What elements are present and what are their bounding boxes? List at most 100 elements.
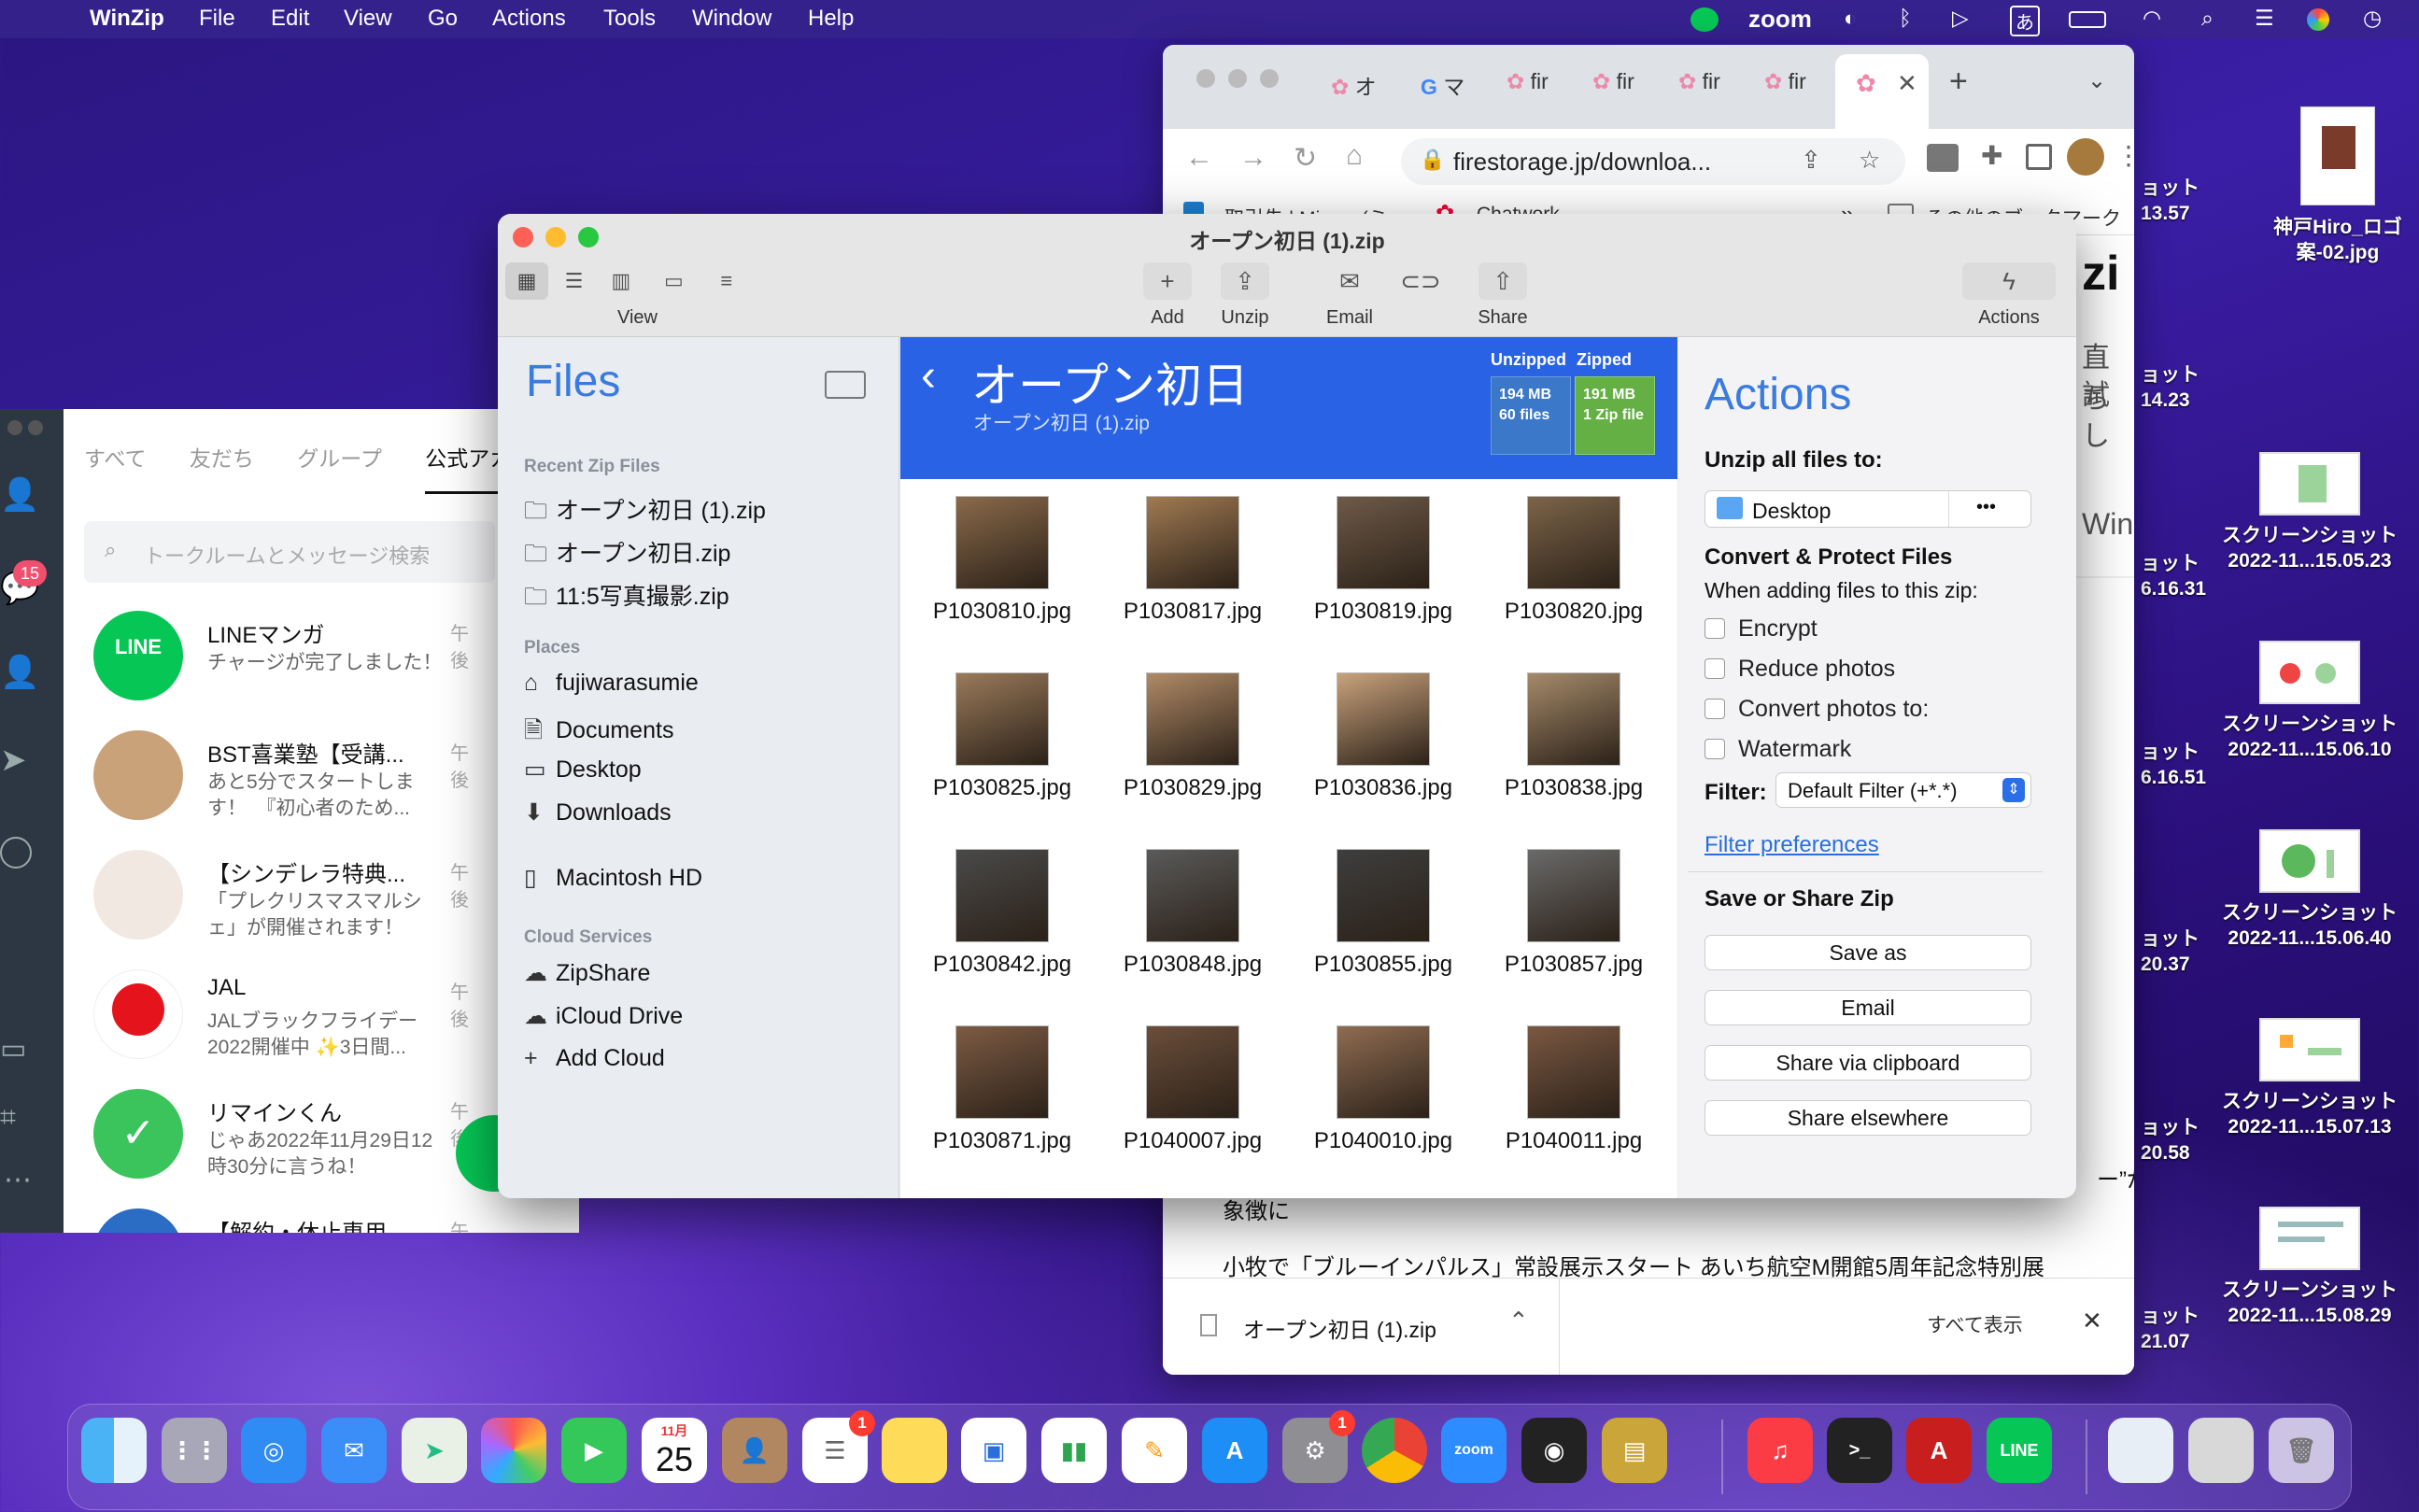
sync-status-icon[interactable]: ◐ [1844, 6, 1857, 31]
browser-tab[interactable]: ✿ fir [1678, 69, 1720, 94]
menu-actions[interactable]: Actions [492, 6, 566, 32]
zip-file-item[interactable]: P1040010.jpg [1294, 1025, 1472, 1154]
chat-list-item[interactable]: LINE LINEマンガ チャージが完了しました！ 午後 [93, 611, 486, 723]
zip-file-item[interactable]: P1030820.jpg [1485, 496, 1662, 625]
clock-icon[interactable]: ◷ [2363, 6, 2382, 31]
browser-tab[interactable]: ✿ fir [1507, 69, 1549, 94]
email-zip-button[interactable]: Email [1705, 990, 2031, 1025]
terminal-icon[interactable]: >_ [1827, 1418, 1892, 1483]
chat-list-item[interactable]: ✓ リマインくん じゃあ2022年11月29日12時30分に言うね！ 午後 [93, 1089, 486, 1201]
menu-kebab-icon[interactable]: ⋮ [2115, 140, 2134, 171]
keynote-icon[interactable]: ▣ [961, 1418, 1026, 1483]
bluetooth-icon[interactable]: ᛒ [1899, 6, 1912, 31]
desktop-screenshot-file[interactable]: スクリーンショット 2022-11...15.08.29 [2221, 1207, 2398, 1328]
pages-icon[interactable]: ✎ [1122, 1418, 1187, 1483]
outline-view-icon[interactable]: ≡ [705, 269, 748, 293]
desktop-file-partial[interactable]: ョット 20.37 [2141, 926, 2200, 977]
sidebar-item-zipshare[interactable]: ☁ ZipShare [524, 959, 650, 987]
crop-icon[interactable]: ⌗ [0, 1102, 16, 1134]
browser-tab[interactable]: ✿ fir [1764, 69, 1806, 94]
close-tab-icon[interactable]: ✕ [1897, 69, 1917, 98]
chrome-icon[interactable] [1362, 1418, 1427, 1483]
link-button[interactable]: ⊂⊃ [1383, 262, 1458, 307]
share-icon[interactable]: ⇪ [1801, 146, 1821, 175]
numbers-icon[interactable]: ▮▮ [1041, 1418, 1107, 1483]
friends-icon[interactable]: 👤 [0, 476, 39, 514]
acrobat-icon[interactable]: A [1906, 1418, 1972, 1483]
sidebar-item-add-cloud[interactable]: + Add Cloud [524, 1045, 665, 1072]
tab-friends[interactable]: 友だち [190, 446, 254, 471]
browser-tab[interactable]: ✿ fir [1592, 69, 1634, 94]
zip-file-item[interactable]: P1030871.jpg [913, 1025, 1091, 1154]
battery-icon[interactable] [2069, 11, 2106, 28]
maps-icon[interactable]: ➤ [402, 1418, 467, 1483]
watermark-checkbox[interactable]: Watermark [1705, 736, 1851, 763]
mail-icon[interactable]: ✉ [321, 1418, 387, 1483]
zip-file-item[interactable]: P1030810.jpg [913, 496, 1091, 625]
zoom-app-icon[interactable]: zoom [1441, 1418, 1507, 1483]
archive-utility-icon[interactable]: ▤ [1602, 1418, 1667, 1483]
zip-file-item[interactable]: P1030829.jpg [1104, 672, 1281, 801]
share-elsewhere-button[interactable]: Share elsewhere [1705, 1100, 2031, 1136]
grid-view-icon[interactable]: ▦ [505, 262, 548, 300]
chevron-up-icon[interactable]: ⌃ [1508, 1307, 1529, 1335]
active-browser-tab[interactable]: ✿ ✕ [1835, 54, 1929, 129]
notes-icon[interactable] [882, 1418, 947, 1483]
zip-file-item[interactable]: P1030842.jpg [913, 849, 1091, 978]
reload-icon[interactable]: ↻ [1294, 142, 1317, 175]
sidepanel-icon[interactable] [2026, 144, 2052, 170]
input-method-icon[interactable]: あ [2010, 6, 2040, 36]
forward-icon[interactable]: → [1239, 142, 1267, 174]
puzzle-icon[interactable]: ✚ [1981, 140, 2002, 171]
convert-photos-checkbox[interactable]: Convert photos to: [1705, 696, 1929, 723]
reminders-icon[interactable]: ☰ 1 [802, 1410, 875, 1483]
chat-list-item[interactable]: 【シンデレラ特典... 「プレクリスマスマルシェ」が開催されます！ 午後 [93, 850, 486, 962]
sidebar-item-desktop[interactable]: ▭ Desktop [524, 756, 642, 784]
zip-file-item[interactable]: P1030825.jpg [913, 672, 1091, 801]
sidebar-item-macintosh-hd[interactable]: ▯ Macintosh HD [524, 864, 702, 892]
launchpad-icon[interactable]: ⋮⋮ [162, 1418, 227, 1483]
photos-icon[interactable] [481, 1418, 546, 1483]
tab-search-chevron-icon[interactable]: ⌄ [2087, 67, 2106, 94]
desktop-file-partial[interactable]: ョット 21.07 [2141, 1304, 2200, 1354]
toggle-sidebar-icon[interactable] [825, 371, 866, 399]
spotlight-icon[interactable]: ⌕ [2201, 6, 2214, 31]
facetime-icon[interactable]: ▶ [561, 1418, 627, 1483]
window-minimize-button[interactable] [28, 420, 43, 435]
siri-icon[interactable] [2307, 8, 2329, 31]
menu-tools[interactable]: Tools [603, 6, 656, 32]
app-store-icon[interactable]: A [1202, 1418, 1267, 1483]
zoom-status-icon[interactable]: zoom [1748, 5, 1812, 34]
documents-stack-icon[interactable] [2188, 1418, 2254, 1483]
timeline-icon[interactable]: ➤ [0, 742, 27, 779]
add-button[interactable]: + Add [1130, 262, 1205, 329]
menu-view[interactable]: View [344, 6, 392, 32]
calendar-icon[interactable]: 11月 25 [642, 1418, 707, 1483]
address-bar[interactable]: 🔒 firestorage.jp/downloa... ⇪ ☆ [1401, 138, 1905, 185]
email-button[interactable]: ✉ Email [1312, 262, 1387, 329]
filter-select[interactable]: Default Filter (+*.*) ⇕ [1775, 772, 2031, 808]
column-view-icon[interactable]: ▥ [600, 269, 643, 293]
actions-toggle-button[interactable]: ϟ Actions [1962, 262, 2056, 329]
desktop-file-partial[interactable]: ョット 13.57 [2141, 176, 2200, 226]
play-status-icon[interactable]: ▷ [1952, 6, 1969, 31]
zip-file-item[interactable]: P1040007.jpg [1104, 1025, 1281, 1154]
desktop-screenshot-file[interactable]: スクリーンショット 2022-11...15.05.23 [2221, 452, 2398, 573]
list-view-icon[interactable]: ☰ [552, 269, 595, 293]
line-logo-icon[interactable] [0, 837, 32, 869]
chat-list-item[interactable]: 【解約・休止専用... 午後 3:04 [93, 1208, 486, 1233]
menu-window[interactable]: Window [692, 6, 771, 32]
show-all-downloads[interactable]: すべて表示 [1927, 1310, 2023, 1338]
desktop-screenshot-file[interactable]: スクリーンショット 2022-11...15.06.40 [2221, 829, 2398, 951]
profile-avatar[interactable] [2067, 138, 2104, 176]
destination-picker[interactable]: Desktop ••• [1705, 490, 2031, 528]
share-button[interactable]: ⇧ Share [1465, 262, 1540, 329]
zip-file-item[interactable]: P1030838.jpg [1485, 672, 1662, 801]
extension-icon[interactable] [1927, 144, 1959, 172]
obs-icon[interactable]: ◉ [1521, 1418, 1587, 1483]
recent-zip-item[interactable]: 🗀 11:5写真撮影.zip [524, 578, 729, 619]
close-icon[interactable]: ✕ [2082, 1307, 2102, 1335]
control-center-icon[interactable]: ☰ [2255, 6, 2274, 31]
recent-zip-item[interactable]: 🗀 オープン初日.zip [524, 535, 730, 576]
desktop-screenshot-file[interactable]: スクリーンショット 2022-11...15.07.13 [2221, 1018, 2398, 1139]
